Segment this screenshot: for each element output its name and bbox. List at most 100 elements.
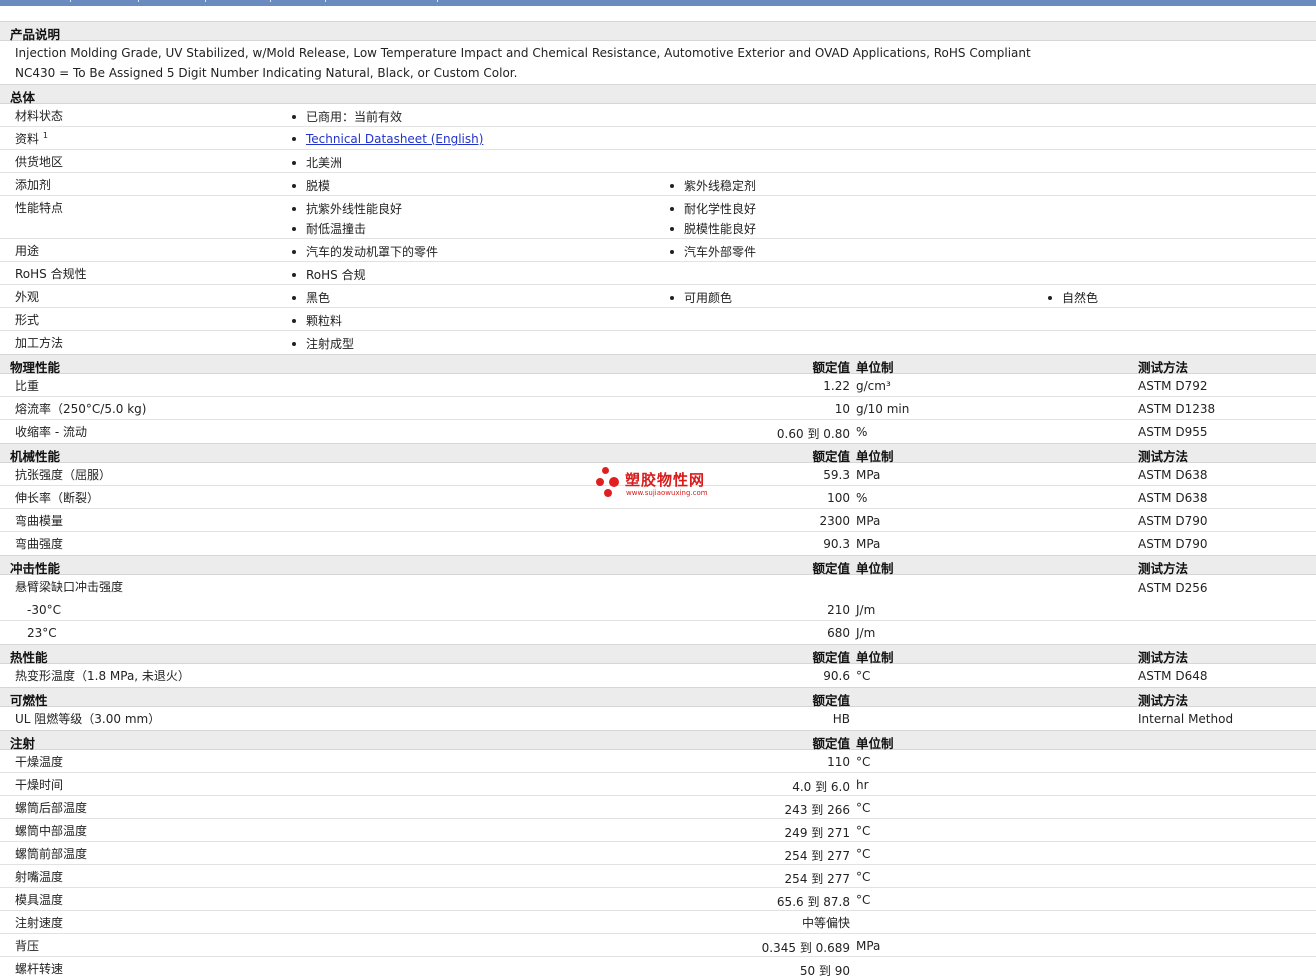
table-row: 热变形温度（1.8 MPa, 未退火） 90.6 °C ASTM D648 [0,664,1316,687]
row-label: 熔流率（250°C/5.0 kg) [15,402,147,416]
row-method: ASTM D638 [1138,491,1208,505]
list-item: 汽车的发动机罩下的零件 [292,243,438,260]
general-row: 供货地区 北美洲 [0,150,1316,173]
row-value: 中等偏快 [801,916,850,930]
row-unit: °C [856,893,871,907]
list-item: 黑色 [292,289,330,306]
tab-divider [437,0,438,2]
general-row: 资料 1 Technical Datasheet (English) [0,127,1316,150]
row-label: 悬臂梁缺口冲击强度 [15,580,124,594]
bullet-icon [292,249,296,254]
list-item: 自然色 [1048,289,1098,306]
list-item: 已商用：当前有效 [292,108,402,125]
row-label: 用途 [15,244,40,258]
row-label: 供货地区 [15,155,64,169]
datasheet-link[interactable]: Technical Datasheet (English) [306,132,483,146]
row-unit: J/m [856,603,876,617]
general-row: 加工方法 注射成型 [0,331,1316,354]
row-unit: °C [856,755,871,769]
row-value: 100 [827,491,850,505]
row-value: 4.0 到 6.0 [792,780,850,794]
row-label: 螺筒中部温度 [15,824,88,838]
description-block: Injection Molding Grade, UV Stabilized, … [0,41,1316,84]
row-unit: g/10 min [856,402,910,416]
bullet-icon [292,295,296,300]
row-value: 1.22 [823,379,850,393]
row-label: 干燥温度 [15,755,64,769]
row-label: 收缩率 - 流动 [15,425,87,439]
logo-dot [602,467,609,474]
row-value: 0.345 到 0.689 [761,941,850,955]
section-injection: 注射 额定值 单位制 [0,730,1316,751]
list-item: 脱模 [292,177,330,194]
row-unit: °C [856,824,871,838]
row-value: 110 [827,755,850,769]
list-item: Technical Datasheet (English) [292,132,483,146]
bullet-icon [670,206,674,211]
row-label: 材料状态 [15,109,64,123]
row-value: 254 到 277 [784,872,850,886]
row-unit: g/cm³ [856,379,891,393]
row-unit: °C [856,801,871,815]
row-unit: J/m [856,626,876,640]
row-value: 59.3 [823,468,850,482]
row-label: 形式 [15,313,40,327]
row-value: 680 [827,626,850,640]
table-row: 比重 1.22 g/cm³ ASTM D792 [0,374,1316,397]
row-label: 资料 1 [15,131,48,146]
row-value: 0.60 到 0.80 [776,427,850,441]
row-label: 热变形温度（1.8 MPa, 未退火） [15,669,190,683]
logo-dot [609,477,619,487]
row-label: 比重 [15,379,40,393]
table-row: UL 阻燃等级（3.00 mm） HB Internal Method [0,707,1316,730]
tab-divider [70,0,71,2]
row-unit: °C [856,669,871,683]
bullet-icon [292,318,296,323]
row-label: -30°C [27,603,61,617]
section-physical: 物理性能 额定值 单位制 测试方法 [0,354,1316,375]
table-row: 弯曲强度 90.3 MPa ASTM D790 [0,532,1316,555]
tab-divider [325,0,326,2]
row-unit: MPa [856,514,881,528]
row-label: 抗张强度（屈服） [15,468,112,482]
general-row: 形式 颗粒料 [0,308,1316,331]
general-row: 外观 黑色 可用颜色 自然色 [0,285,1316,308]
row-label: 加工方法 [15,336,64,350]
watermark-text: 塑胶物性网 [625,471,706,489]
table-row: 干燥时间 4.0 到 6.0 hr [0,773,1316,796]
list-item: 注射成型 [292,335,354,352]
list-item: 北美洲 [292,154,342,171]
row-label: 伸长率（断裂） [15,491,100,505]
section-flammability: 可燃性 额定值 测试方法 [0,687,1316,708]
row-method: ASTM D955 [1138,425,1208,439]
description-line: NC430 = To Be Assigned 5 Digit Number In… [15,66,518,80]
watermark-url: www.sujiaowuxing.com [626,489,708,497]
tab-divider [138,0,139,2]
table-row: 收缩率 - 流动 0.60 到 0.80 % ASTM D955 [0,420,1316,443]
row-value: 50 到 90 [799,964,850,978]
bullet-icon [292,183,296,188]
row-label: 螺筒后部温度 [15,801,88,815]
row-value: 2300 [819,514,850,528]
section-mechanical: 机械性能 额定值 单位制 测试方法 [0,443,1316,464]
row-label: 螺筒前部温度 [15,847,88,861]
bullet-icon [670,226,674,231]
watermark-logo: 塑胶物性网 www.sujiaowuxing.com [596,467,736,501]
row-unit: MPa [856,468,881,482]
row-method: ASTM D790 [1138,514,1208,528]
row-label: 性能特点 [15,201,64,215]
list-item: 耐低温撞击 [292,220,366,237]
row-method: ASTM D790 [1138,537,1208,551]
bullet-icon [292,272,296,277]
row-label: 弯曲强度 [15,537,64,551]
bullet-icon [670,183,674,188]
table-row: 23°C 680 J/m [0,621,1316,644]
logo-dot [596,478,604,486]
tab-divider [270,0,271,2]
general-row: 添加剂 脱模 紫外线稳定剂 [0,173,1316,196]
row-label: 注射速度 [15,916,64,930]
bullet-icon [292,114,296,119]
row-method: ASTM D1238 [1138,402,1216,416]
description-line: Injection Molding Grade, UV Stabilized, … [15,46,1031,60]
section-general: 总体 [0,84,1316,105]
